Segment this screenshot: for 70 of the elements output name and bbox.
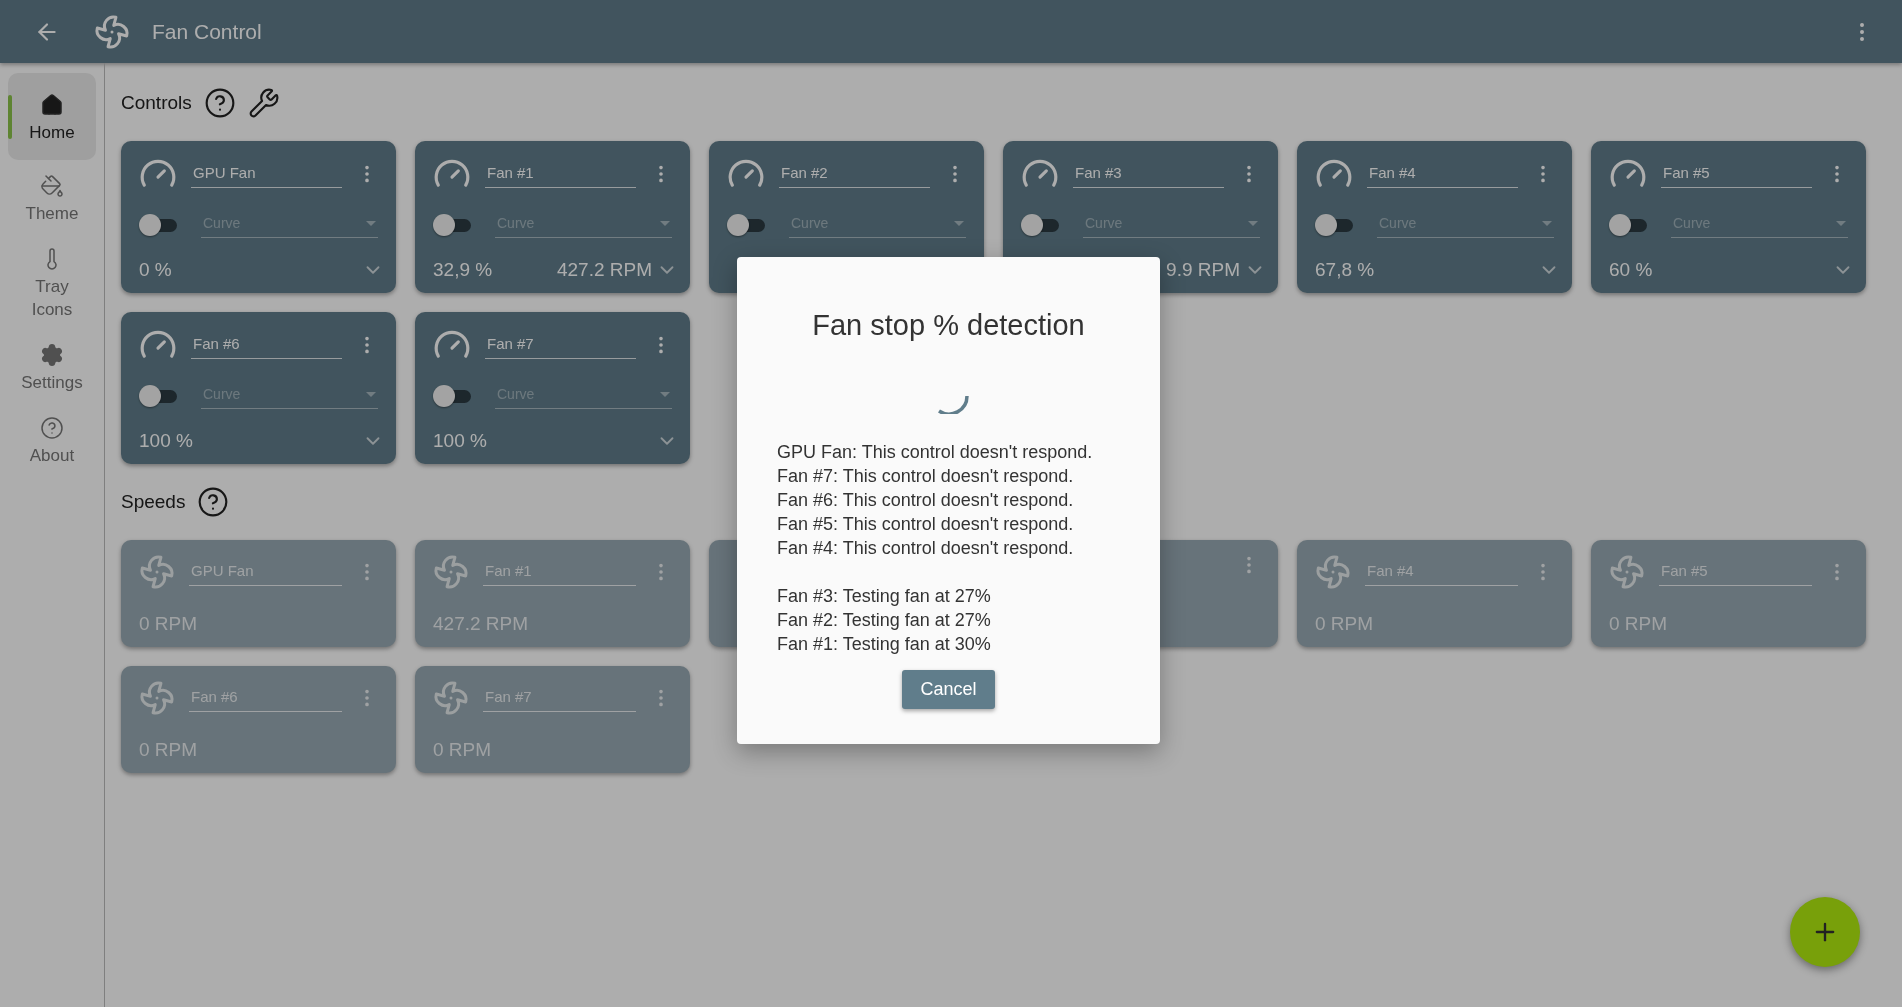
rpm-value: 0 RPM — [433, 739, 492, 761]
rpm-value: 0 RPM — [139, 613, 198, 635]
name-field[interactable]: Fan #6 — [191, 331, 342, 359]
rpm-value: 0 RPM — [1609, 613, 1668, 635]
name-field[interactable]: Fan #1 — [483, 558, 636, 586]
name-field[interactable]: GPU Fan — [189, 558, 342, 586]
toggle-switch[interactable] — [1609, 212, 1649, 237]
percent-value: 100 % — [433, 430, 487, 452]
nav-item[interactable]: Settings — [8, 335, 96, 402]
gear-icon — [40, 343, 64, 367]
fan-icon — [139, 554, 175, 590]
rpm-value: 0 RPM — [1315, 613, 1374, 635]
percent-value: 100 % — [139, 430, 193, 452]
rpm-value: 9.9 RPM — [1166, 259, 1240, 281]
status-line: Fan #7: This control doesn't respond. — [777, 465, 1075, 488]
help-icon[interactable] — [203, 87, 236, 119]
paint-bucket-icon — [40, 174, 64, 198]
status-line: Fan #3: Testing fan at 27% — [777, 585, 992, 608]
status-line: Fan #2: Testing fan at 27% — [777, 609, 992, 632]
help-icon — [40, 416, 64, 440]
status-line: Fan #1: Testing fan at 30% — [777, 633, 992, 656]
name-field[interactable]: Fan #5 — [1659, 558, 1812, 586]
loading-spinner — [936, 394, 969, 414]
percent-value: 32,9 % — [433, 259, 493, 281]
status-line: Fan #6: This control doesn't respond. — [777, 489, 1075, 512]
name-field[interactable]: Fan #4 — [1367, 160, 1518, 188]
rpm-value: 427.2 RPM — [556, 259, 652, 281]
percent-value: 67,8 % — [1315, 259, 1375, 281]
nav-item[interactable]: Home — [8, 73, 96, 160]
toggle-switch[interactable] — [1021, 212, 1061, 237]
nav-item[interactable]: Tray Icons — [8, 239, 96, 329]
section-title: Controls — [121, 92, 192, 114]
toggle-switch[interactable] — [139, 383, 179, 408]
status-line: GPU Fan: This control doesn't respond. — [777, 441, 1093, 464]
toggle-switch[interactable] — [139, 212, 179, 237]
name-field[interactable]: Fan #5 — [1661, 160, 1812, 188]
name-field[interactable]: Fan #1 — [485, 160, 636, 188]
nav-item[interactable]: About — [8, 408, 96, 475]
add-button[interactable] — [1790, 897, 1860, 967]
wrench-icon[interactable] — [247, 87, 280, 119]
toggle-switch[interactable] — [433, 383, 473, 408]
percent-value: 60 % — [1609, 259, 1653, 281]
rpm-value: 427.2 RPM — [433, 613, 529, 635]
section-title: Speeds — [121, 491, 186, 513]
toggle-switch[interactable] — [1315, 212, 1355, 237]
fan-icon — [1609, 554, 1645, 590]
nav-item[interactable]: Theme — [8, 166, 96, 233]
fan-icon — [433, 680, 469, 716]
fan-icon — [1315, 554, 1351, 590]
fan-icon — [433, 554, 469, 590]
cancel-button[interactable]: Cancel — [902, 670, 995, 709]
name-field[interactable]: GPU Fan — [191, 160, 342, 188]
app-title: Fan Control — [152, 19, 262, 44]
percent-value: 0 % — [139, 259, 172, 281]
fan-icon — [94, 13, 130, 50]
dialog-title: Fan stop % detection — [812, 309, 1085, 342]
status-line: Fan #4: This control doesn't respond. — [777, 537, 1075, 560]
rpm-value: 0 RPM — [139, 739, 198, 761]
name-field[interactable]: Fan #3 — [1073, 160, 1224, 188]
name-field[interactable]: Fan #2 — [779, 160, 930, 188]
name-field[interactable]: Fan #7 — [485, 331, 636, 359]
status-line: Fan #5: This control doesn't respond. — [777, 513, 1075, 536]
name-field[interactable]: Fan #7 — [483, 684, 636, 712]
toggle-switch[interactable] — [727, 212, 767, 237]
toggle-switch[interactable] — [433, 212, 473, 237]
help-icon[interactable] — [197, 486, 230, 518]
fan-icon — [139, 680, 175, 716]
name-field[interactable]: Fan #6 — [189, 684, 342, 712]
home-icon — [40, 93, 64, 117]
name-field[interactable]: Fan #4 — [1365, 558, 1518, 586]
